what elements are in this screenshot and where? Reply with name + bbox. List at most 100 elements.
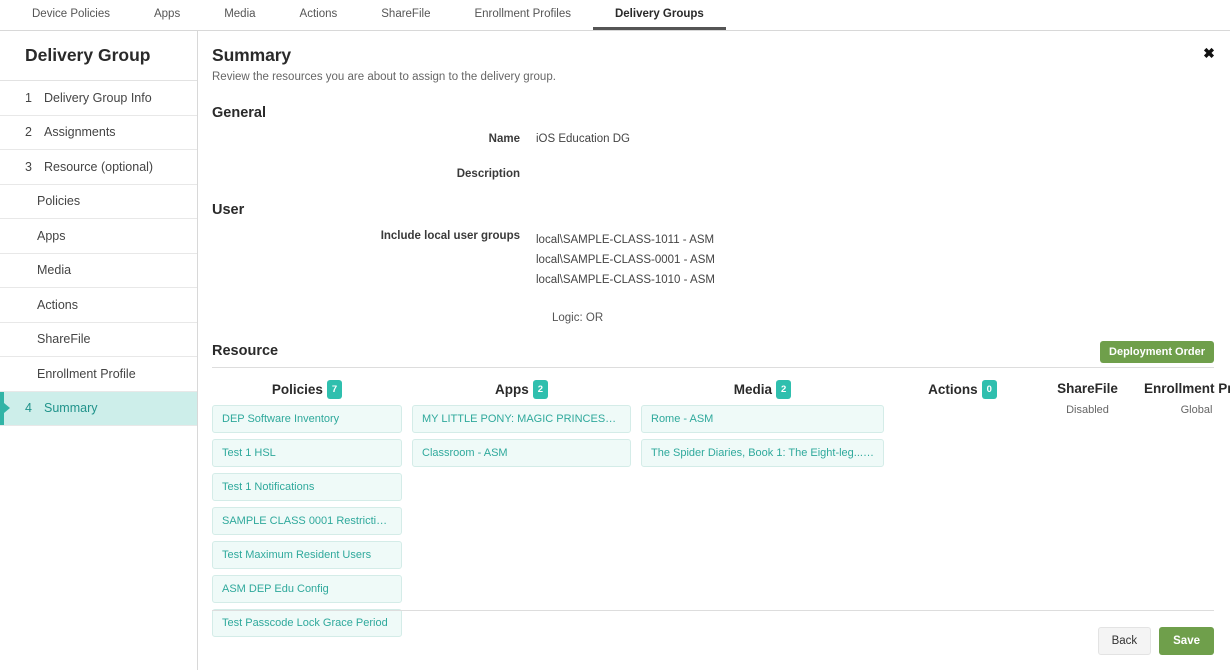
- column-header-actions: Actions 0: [894, 380, 1031, 399]
- column-title: Media: [733, 382, 772, 397]
- save-button[interactable]: Save: [1159, 626, 1214, 655]
- list-item[interactable]: Test Maximum Resident Users: [212, 541, 402, 569]
- step-number: 1: [25, 90, 32, 105]
- deployment-order-button[interactable]: Deployment Order: [1100, 341, 1214, 363]
- field-row-user-groups: Include local user groups local\SAMPLE-C…: [212, 230, 1214, 290]
- tab-label: ShareFile: [381, 7, 431, 20]
- field-row-name: Name iOS Education DG: [212, 133, 1214, 145]
- sidebar-item-sharefile[interactable]: ShareFile: [0, 323, 197, 357]
- resource-column-sharefile: ShareFile Disabled: [1031, 380, 1144, 637]
- name-label: Name: [488, 133, 520, 145]
- resource-column-media: Media 2 Rome - ASM The Spider Diaries, Bo…: [641, 380, 884, 637]
- field-row-description: Description: [212, 168, 1214, 180]
- sidebar-item-label: Delivery Group Info: [44, 90, 152, 105]
- user-heading: User: [212, 202, 245, 218]
- count-badge: 2: [775, 380, 792, 399]
- general-heading: General: [212, 105, 266, 121]
- include-local-user-groups-value: local\SAMPLE-CLASS-1011 - ASM local\SAMP…: [536, 230, 715, 290]
- description-label: Description: [456, 168, 520, 180]
- back-button[interactable]: Back: [1097, 626, 1152, 655]
- tab-device-policies[interactable]: Device Policies: [10, 0, 132, 30]
- resource-column-actions: Actions 0: [894, 380, 1031, 637]
- wizard-sidebar: Delivery Group 1 Delivery Group Info 2 A…: [0, 31, 198, 670]
- sidebar-item-apps[interactable]: Apps: [0, 219, 197, 254]
- tab-sharefile[interactable]: ShareFile: [359, 0, 452, 30]
- step-number: 2: [25, 125, 32, 140]
- tab-apps[interactable]: Apps: [132, 0, 202, 30]
- summary-content: Summary Review the resources you are abo…: [198, 31, 1230, 637]
- sidebar-item-assignments[interactable]: 2 Assignments: [0, 116, 197, 150]
- count-badge: 0: [981, 380, 997, 399]
- tab-media[interactable]: Media: [202, 0, 277, 30]
- tab-label: Media: [224, 7, 256, 20]
- tab-delivery-groups[interactable]: Delivery Groups: [592, 0, 726, 30]
- footer-actions: Back Save: [212, 610, 1214, 670]
- count-badge: 7: [326, 380, 343, 399]
- top-tab-bar: Device Policies Apps Media Actions Share…: [0, 0, 1230, 31]
- list-item[interactable]: DEP Software Inventory: [212, 405, 402, 433]
- sidebar-item-label: ShareFile: [37, 332, 91, 347]
- list-item[interactable]: ASM DEP Edu Config: [212, 575, 402, 603]
- logic-value: Logic: OR: [552, 312, 604, 324]
- column-title: ShareFile: [1057, 381, 1118, 396]
- column-header-media: Media 2: [641, 380, 884, 399]
- resource-column-apps: Apps 2 MY LITTLE PONY: MAGIC PRINCESS - A…: [412, 380, 631, 637]
- sidebar-item-label: Assignments: [44, 125, 116, 140]
- list-item[interactable]: SAMPLE CLASS 0001 Restrictions: [212, 507, 402, 535]
- policies-list: DEP Software Inventory Test 1 HSL Test 1…: [212, 405, 402, 637]
- sidebar-item-media[interactable]: Media: [0, 254, 197, 288]
- page-subtitle: Review the resources you are about to as…: [212, 71, 556, 83]
- user-group-item: local\SAMPLE-CLASS-0001 - ASM: [536, 254, 715, 266]
- column-header-sharefile: ShareFile: [1031, 380, 1144, 397]
- page-title: Summary: [212, 45, 292, 65]
- column-header-enrollment-profile: Enrollment Profile: [1144, 380, 1230, 397]
- resource-column-enrollment-profile: Enrollment Profile Global: [1144, 380, 1230, 637]
- logic-spacer: [212, 312, 552, 324]
- resource-header: Resource Deployment Order: [212, 341, 1214, 368]
- list-item[interactable]: MY LITTLE PONY: MAGIC PRINCESS - ASM: [412, 405, 631, 433]
- user-group-item: local\SAMPLE-CLASS-1010 - ASM: [536, 274, 715, 286]
- sidebar-item-policies[interactable]: Policies: [0, 185, 197, 219]
- count-badge: 2: [532, 380, 549, 399]
- list-item[interactable]: Test 1 HSL: [212, 439, 402, 467]
- column-title: Apps: [494, 382, 529, 397]
- close-icon[interactable]: ✖: [1199, 43, 1219, 63]
- column-title: Enrollment Profile: [1144, 381, 1230, 396]
- column-header-policies: Policies 7: [212, 380, 402, 399]
- tab-actions[interactable]: Actions: [278, 0, 360, 30]
- media-list: Rome - ASM The Spider Diaries, Book 1: T…: [641, 405, 884, 467]
- tab-label: Delivery Groups: [614, 7, 704, 20]
- tab-label: Apps: [153, 7, 181, 20]
- enrollment-profile-status: Global: [1180, 404, 1213, 416]
- sidebar-item-label: Resource (optional): [44, 159, 154, 174]
- name-value: iOS Education DG: [536, 133, 630, 145]
- sidebar-item-enrollment-profile[interactable]: Enrollment Profile: [0, 357, 197, 392]
- sidebar-item-delivery-group-info[interactable]: 1 Delivery Group Info: [0, 81, 197, 116]
- tab-label: Device Policies: [32, 7, 110, 20]
- column-title: Policies: [271, 382, 323, 397]
- step-number: 3: [25, 159, 32, 174]
- list-item[interactable]: Rome - ASM: [641, 405, 884, 433]
- user-group-item: local\SAMPLE-CLASS-1011 - ASM: [536, 234, 715, 246]
- sidebar-item-label: Enrollment Profile: [37, 366, 136, 381]
- include-local-user-groups-label: Include local user groups: [380, 230, 520, 242]
- sharefile-status: Disabled: [1066, 404, 1109, 416]
- list-item[interactable]: The Spider Diaries, Book 1: The Eight-le…: [641, 439, 884, 467]
- column-title: Actions: [928, 382, 978, 397]
- column-header-apps: Apps 2: [412, 380, 631, 399]
- summary-panel: ✖ Summary Review the resources you are a…: [198, 31, 1230, 670]
- list-item[interactable]: Test 1 Notifications: [212, 473, 402, 501]
- sidebar-title: Delivery Group: [0, 31, 197, 81]
- top-tab-list: Device Policies Apps Media Actions Share…: [0, 0, 1230, 30]
- sidebar-item-label: Summary: [44, 401, 98, 416]
- sidebar-item-summary[interactable]: 4 Summary: [0, 391, 197, 426]
- sidebar-item-resource-optional[interactable]: 3 Resource (optional): [0, 150, 197, 185]
- list-item[interactable]: Classroom - ASM: [412, 439, 631, 467]
- resource-column-policies: Policies 7 DEP Software Inventory Test 1 …: [212, 380, 402, 637]
- tab-enrollment-profiles[interactable]: Enrollment Profiles: [452, 0, 593, 30]
- logic-row: Logic: OR: [212, 312, 1214, 324]
- sidebar-item-actions[interactable]: Actions: [0, 288, 197, 323]
- sidebar-item-label: Media: [37, 263, 72, 278]
- sidebar-item-label: Policies: [37, 194, 81, 209]
- sidebar-item-label: Actions: [37, 297, 78, 312]
